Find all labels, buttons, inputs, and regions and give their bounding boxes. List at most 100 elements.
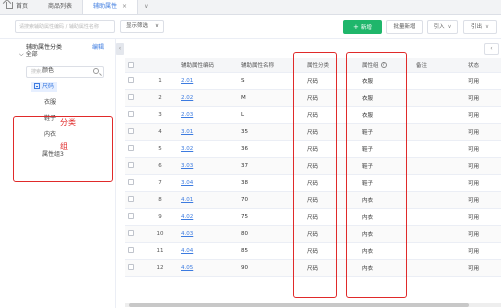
sidebar-header: 辅助属性分类 编辑 (0, 39, 116, 57)
row-checkbox[interactable] (128, 230, 134, 237)
add-button-label: 新增 (360, 25, 372, 31)
status-cell: 可用 (465, 242, 501, 260)
chevron-down-icon: ∨ (144, 3, 149, 10)
search-input[interactable] (15, 20, 115, 33)
row-checkbox[interactable] (128, 213, 134, 220)
status-cell: 可用 (465, 157, 501, 175)
row-checkbox[interactable] (128, 264, 134, 271)
note-cell (413, 89, 465, 107)
expand-right-panel-button[interactable]: ‹ (484, 43, 499, 55)
row-index: 1 (142, 72, 178, 90)
code-cell[interactable]: 4.04 (178, 242, 238, 260)
status-cell: 可用 (465, 123, 501, 141)
status-cell: 可用 (465, 208, 501, 226)
row-index: 5 (142, 140, 178, 158)
row-checkbox[interactable] (128, 162, 134, 169)
row-index: 11 (142, 242, 178, 260)
code-cell[interactable]: 2.02 (178, 89, 238, 107)
code-cell[interactable]: 3.04 (178, 174, 238, 192)
batch-add-button[interactable]: 批量新增 (386, 20, 423, 34)
tab-product-list[interactable]: 商品列表 (38, 0, 82, 14)
row-checkbox[interactable] (128, 111, 134, 118)
code-cell[interactable]: 4.01 (178, 191, 238, 209)
row-checkbox[interactable] (128, 145, 134, 152)
row-select-cell (125, 191, 142, 209)
status-cell: 可用 (465, 140, 501, 158)
code-cell[interactable]: 2.01 (178, 72, 238, 90)
tree-node-label: 颜色 (42, 67, 55, 74)
code-cell[interactable]: 3.01 (178, 123, 238, 141)
row-select-cell (125, 208, 142, 226)
collapse-node-icon[interactable] (34, 83, 40, 89)
row-select-cell (125, 123, 142, 141)
row-select-cell (125, 72, 142, 90)
edit-link[interactable]: 编辑 (92, 39, 104, 57)
column-header-status[interactable]: 状态 (465, 58, 501, 73)
close-icon[interactable]: × (122, 3, 127, 10)
tab-home[interactable]: 首页 (0, 0, 38, 14)
row-select-cell (125, 140, 142, 158)
tree-node[interactable]: 尺码 (31, 82, 58, 92)
row-checkbox[interactable] (128, 247, 134, 254)
tree-node[interactable]: ⌵ 全部 (19, 50, 38, 60)
chevron-down-icon: ∨ (484, 24, 490, 30)
row-select-cell (125, 174, 142, 192)
note-cell (413, 72, 465, 90)
row-checkbox[interactable] (128, 77, 134, 84)
status-cell: 可用 (465, 191, 501, 209)
row-index: 7 (142, 174, 178, 192)
tab-auxiliary-attributes[interactable]: 辅助属性 × (82, 0, 139, 14)
tab-home-label: 首页 (16, 3, 29, 10)
code-cell[interactable]: 4.03 (178, 225, 238, 243)
collapse-sidebar-button[interactable]: ‹ (116, 43, 124, 55)
status-cell: 可用 (465, 259, 501, 277)
status-cell: 可用 (465, 89, 501, 107)
annotation-label-group: 组 (60, 142, 68, 151)
row-select-cell (125, 89, 142, 107)
select-all-checkbox[interactable] (128, 61, 134, 68)
tree-node[interactable]: 颜色 (42, 66, 54, 76)
export-button[interactable]: 引出 ∨ (463, 20, 497, 34)
code-cell[interactable]: 4.05 (178, 259, 238, 277)
tree-node-label: 衣服 (44, 99, 57, 106)
add-button[interactable]: + 新增 (343, 20, 382, 34)
column-header-note[interactable]: 备注 (413, 58, 465, 73)
note-cell (413, 191, 465, 209)
column-header-code[interactable]: 辅助属性编码 (178, 58, 238, 73)
row-index: 4 (142, 123, 178, 141)
row-index: 12 (142, 259, 178, 277)
code-cell[interactable]: 2.03 (178, 106, 238, 124)
annotation-box-class-column (293, 52, 337, 298)
import-button[interactable]: 引入 ∨ (427, 20, 458, 34)
status-cell: 可用 (465, 72, 501, 90)
status-cell: 可用 (465, 225, 501, 243)
batch-add-label: 批量新增 (393, 24, 416, 30)
note-cell (413, 208, 465, 226)
annotation-label-class: 分类 (60, 118, 76, 127)
scrollbar-thumb[interactable] (129, 303, 469, 307)
row-checkbox[interactable] (128, 196, 134, 203)
code-cell[interactable]: 4.02 (178, 208, 238, 226)
row-checkbox[interactable] (128, 94, 134, 101)
chevron-down-icon[interactable]: ⌵ (19, 51, 24, 58)
row-checkbox[interactable] (128, 179, 134, 186)
code-cell[interactable]: 3.03 (178, 157, 238, 175)
horizontal-scrollbar[interactable] (125, 303, 501, 307)
toolbar: 显示筛选∨ +新增 批量新增 引入∨ 引出∨ (0, 15, 501, 39)
code-cell[interactable]: 3.02 (178, 140, 238, 158)
chevron-down-icon: ∨ (447, 24, 452, 30)
tab-bar: 首页 商品列表 辅助属性 × ∨ (0, 0, 501, 15)
note-cell (413, 106, 465, 124)
annotation-box-group-column (346, 52, 407, 298)
row-select-cell (125, 106, 142, 124)
tree-node[interactable]: 衣服 (44, 98, 56, 108)
row-index: 2 (142, 89, 178, 107)
status-cell: 可用 (465, 174, 501, 192)
select-all-cell (125, 58, 142, 73)
tab-more-dropdown[interactable]: ∨ (138, 0, 154, 14)
row-checkbox[interactable] (128, 128, 134, 135)
tree-search-input[interactable]: 搜索... (26, 66, 104, 78)
row-select-cell (125, 157, 142, 175)
show-filter-button[interactable]: 显示筛选 ∨ (120, 20, 164, 33)
import-label: 引入 (433, 24, 445, 30)
